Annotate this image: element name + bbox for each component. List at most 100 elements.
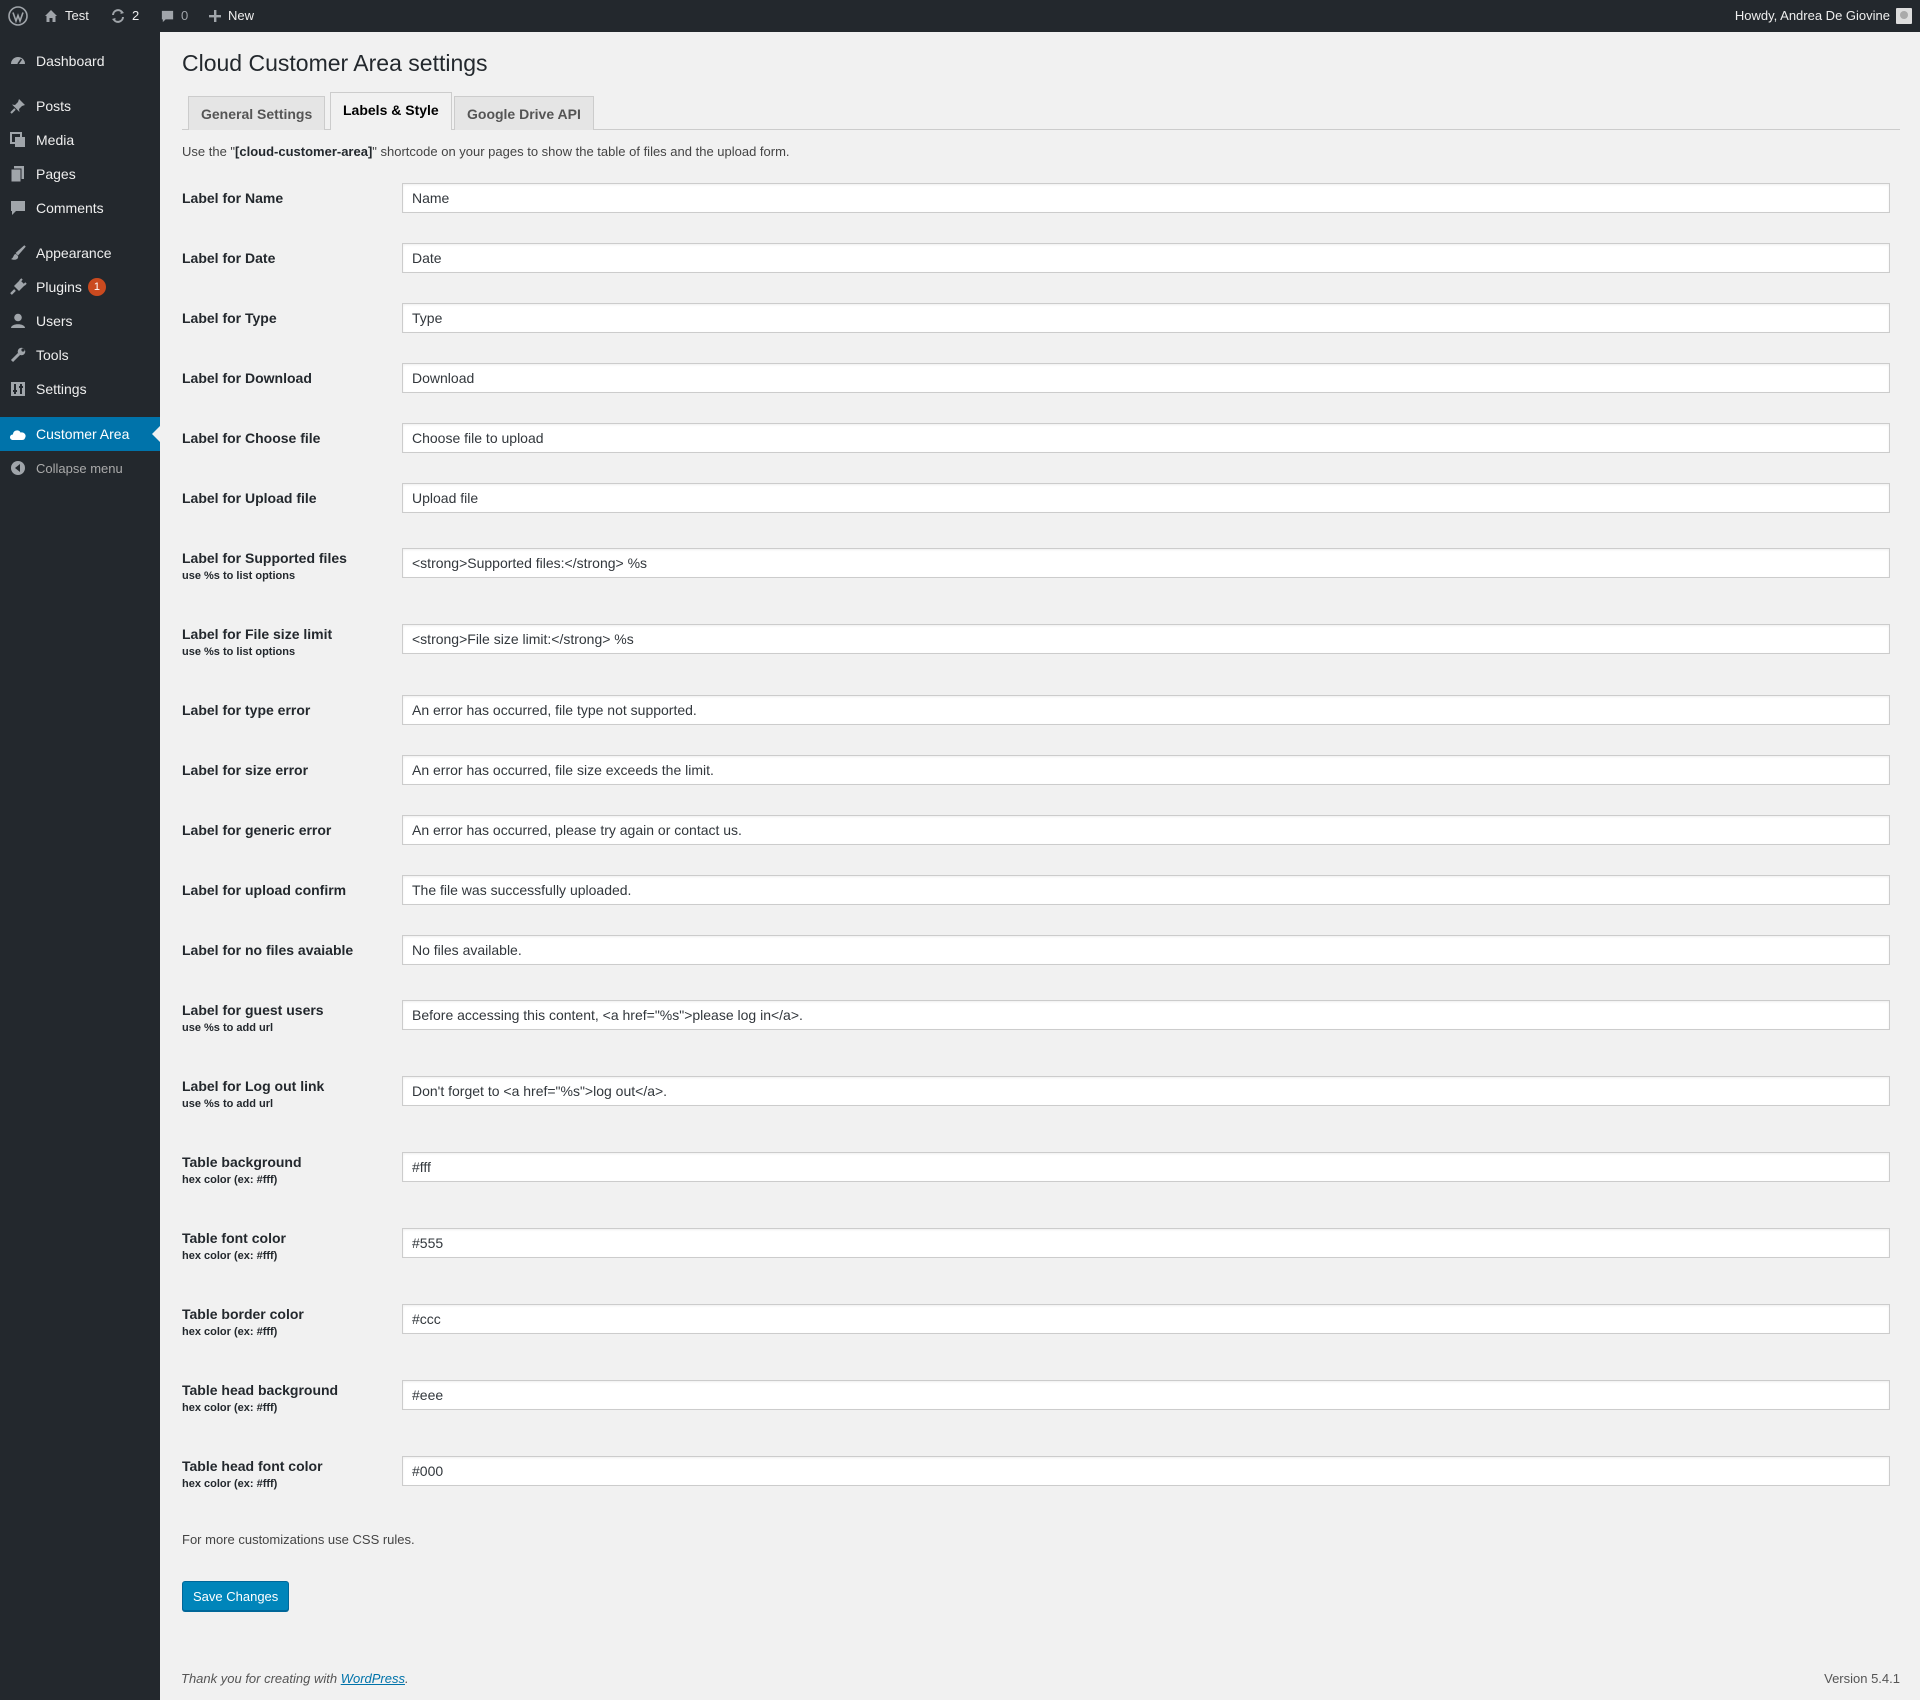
- field-row: Label for Choose file: [182, 422, 1900, 482]
- brush-icon: [0, 244, 36, 262]
- field-row: Table border color hex color (ex: #fff): [182, 1298, 1900, 1374]
- sidebar-item-plugins[interactable]: Plugins 1: [0, 270, 160, 304]
- field-row: Label for guest users use %s to add url: [182, 994, 1900, 1070]
- field-row: Table head font color hex color (ex: #fff…: [182, 1450, 1900, 1526]
- cloud-icon: [0, 426, 36, 442]
- field-label-text: Label for Name: [182, 190, 284, 206]
- field-hint: hex color (ex: #fff): [182, 1326, 278, 1338]
- field-input[interactable]: [402, 548, 1890, 578]
- field-row: Label for Date: [182, 242, 1900, 302]
- field-label-text: Label for Supported files: [182, 550, 347, 566]
- field-label: Table font color hex color (ex: #fff): [182, 1230, 286, 1262]
- settings-tabs: General Settings Labels & Style Google D…: [182, 92, 1900, 130]
- field-input[interactable]: [402, 624, 1890, 654]
- field-input[interactable]: [402, 695, 1890, 725]
- field-input[interactable]: [402, 935, 1890, 965]
- field-label-text: Label for upload confirm: [182, 882, 347, 898]
- comments-link[interactable]: 0: [160, 0, 188, 32]
- tab-labels-style[interactable]: Labels & Style: [330, 92, 452, 130]
- field-input[interactable]: [402, 875, 1890, 905]
- field-row: Label for no files avaiable: [182, 934, 1900, 994]
- sidebar-item-appearance[interactable]: Appearance: [0, 236, 160, 270]
- field-input[interactable]: [402, 1456, 1890, 1486]
- new-content-link[interactable]: New: [208, 0, 254, 32]
- field-hint: use %s to list options: [182, 570, 296, 582]
- shortcode-intro: Use the "[cloud-customer-area]" shortcod…: [182, 144, 790, 159]
- pushpin-icon: [0, 97, 36, 115]
- sidebar-item-dashboard[interactable]: Dashboard: [0, 44, 160, 78]
- field-hint: use %s to list options: [182, 646, 296, 658]
- field-label: Label for guest users use %s to add url: [182, 1002, 324, 1034]
- field-label: Table head background hex color (ex: #fff…: [182, 1382, 338, 1414]
- field-label-text: Label for size error: [182, 762, 309, 778]
- field-row: Label for Download: [182, 362, 1900, 422]
- wordpress-logo-icon[interactable]: [8, 0, 28, 32]
- sidebar-item-media[interactable]: Media: [0, 123, 160, 157]
- css-note: For more customizations use CSS rules.: [182, 1532, 415, 1547]
- plugins-update-badge: 1: [87, 278, 106, 296]
- field-label: Label for size error: [182, 762, 308, 778]
- field-label: Label for Supported files use %s to list …: [182, 550, 347, 582]
- field-row: Label for Name: [182, 182, 1900, 242]
- field-row: Table head background hex color (ex: #fff…: [182, 1374, 1900, 1450]
- field-label: Table head font color hex color (ex: #fff…: [182, 1458, 323, 1490]
- comment-icon: [161, 10, 174, 22]
- field-label: Label for Choose file: [182, 430, 320, 446]
- tab-general-settings[interactable]: General Settings: [188, 96, 326, 130]
- sidebar-item-tools[interactable]: Tools: [0, 338, 160, 372]
- field-input[interactable]: [402, 1076, 1890, 1106]
- version-text: Version 5.4.1: [1824, 1671, 1900, 1686]
- greeting: Howdy, Andrea De Giovine: [1734, 8, 1890, 23]
- field-input[interactable]: [402, 243, 1890, 273]
- collapse-icon: [0, 460, 36, 476]
- field-label-text: Table head font color: [182, 1458, 323, 1474]
- field-input[interactable]: [402, 483, 1890, 513]
- field-label-text: Label for guest users: [182, 1002, 324, 1018]
- field-input[interactable]: [402, 1000, 1890, 1030]
- dashboard-icon: [0, 52, 36, 70]
- field-row: Label for Type: [182, 302, 1900, 362]
- field-input[interactable]: [402, 755, 1890, 785]
- field-label-text: Label for no files avaiable: [182, 942, 354, 958]
- comments-count: 0: [181, 8, 189, 23]
- field-hint: hex color (ex: #fff): [182, 1174, 278, 1186]
- field-input[interactable]: [402, 183, 1890, 213]
- field-input[interactable]: [402, 1304, 1890, 1334]
- field-label: Label for Date: [182, 250, 275, 266]
- field-row: Table background hex color (ex: #fff): [182, 1146, 1900, 1222]
- collapse-menu-button[interactable]: Collapse menu: [0, 451, 160, 485]
- field-row: Label for type error: [182, 694, 1900, 754]
- sidebar-item-posts[interactable]: Posts: [0, 89, 160, 123]
- page-title: Cloud Customer Area settings: [182, 50, 488, 76]
- field-input[interactable]: [402, 423, 1890, 453]
- field-label-text: Table border color: [182, 1306, 304, 1322]
- sidebar-item-pages[interactable]: Pages: [0, 157, 160, 191]
- field-input[interactable]: [402, 815, 1890, 845]
- account-menu[interactable]: Howdy, Andrea De Giovine: [1735, 0, 1912, 32]
- sidebar-item-comments[interactable]: Comments: [0, 191, 160, 225]
- sidebar-item-customer-area[interactable]: Customer Area: [0, 417, 160, 451]
- save-changes-button[interactable]: Save Changes: [182, 1581, 290, 1611]
- field-input[interactable]: [402, 1380, 1890, 1410]
- admin-bar: Test 2 0 New Howdy, Andrea De Giovine: [0, 0, 1920, 32]
- settings-icon: [0, 380, 36, 398]
- field-input[interactable]: [402, 1152, 1890, 1182]
- field-label: Label for File size limit use %s to list …: [182, 626, 332, 658]
- tab-google-drive-api[interactable]: Google Drive API: [454, 96, 594, 130]
- site-name: Test: [65, 8, 89, 23]
- field-input[interactable]: [402, 363, 1890, 393]
- site-name-link[interactable]: Test: [43, 0, 89, 32]
- field-label-text: Label for Type: [182, 310, 277, 326]
- field-label-text: Label for Date: [182, 250, 276, 266]
- pages-icon: [0, 165, 36, 183]
- sidebar-item-settings[interactable]: Settings: [0, 372, 160, 406]
- field-input[interactable]: [402, 1228, 1890, 1258]
- field-label: Label for generic error: [182, 822, 331, 838]
- field-input[interactable]: [402, 303, 1890, 333]
- field-label: Label for upload confirm: [182, 882, 346, 898]
- wordpress-link[interactable]: WordPress: [341, 1671, 405, 1686]
- sidebar-item-users[interactable]: Users: [0, 304, 160, 338]
- field-label: Label for Download: [182, 370, 312, 386]
- shortcode-name: [cloud-customer-area]: [235, 144, 373, 159]
- updates-link[interactable]: 2: [110, 0, 139, 32]
